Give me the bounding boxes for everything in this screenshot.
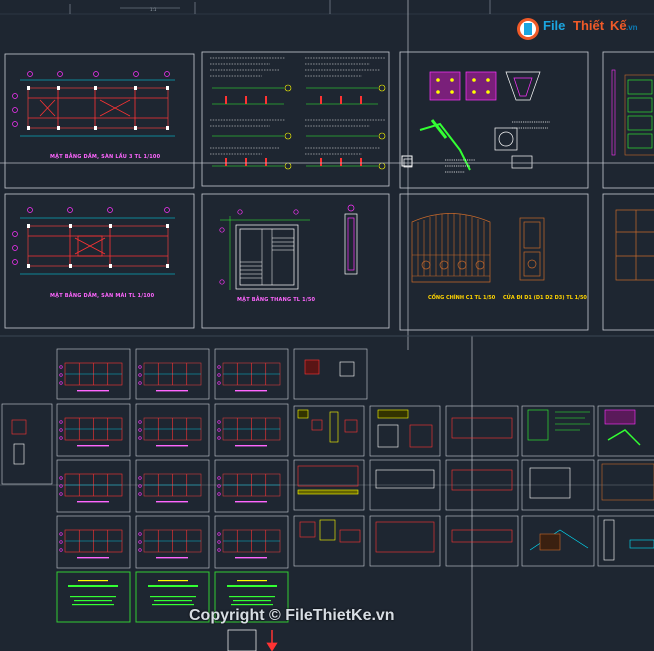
copyright-watermark: Copyright © FileThietKe.vn (189, 607, 395, 624)
mini-plan-axis-bubble (59, 373, 63, 377)
bottom-partial-sheet (227, 629, 278, 651)
mini-plan-axis-bubble (59, 492, 63, 496)
mini-plan-axis-bubble (138, 381, 142, 385)
mini-plan-axis-bubble (217, 548, 221, 552)
sheet-notes (210, 57, 386, 170)
mini-plan-axis-bubble (138, 532, 142, 536)
sheet-stair-plan (219, 204, 358, 290)
mini-plan-axis-bubble (217, 381, 221, 385)
mini-plan-axis-bubble (217, 365, 221, 369)
mini-plan-title (156, 557, 188, 559)
mini-plan-axis-bubble (59, 381, 63, 385)
cad-drawing[interactable]: 1:1 (0, 0, 654, 651)
mini-plan-title (156, 445, 188, 447)
mini-plan-axis-bubble (59, 436, 63, 440)
cover-sheet-yellow (78, 580, 267, 582)
logo-file-text: File (543, 18, 566, 33)
mini-plan-axis-bubble (138, 428, 142, 432)
mini-plan-title (156, 501, 188, 503)
sheet-column-details (401, 71, 550, 173)
logo-icon (517, 18, 539, 40)
logo-brand-text: Thiết (573, 18, 605, 33)
mini-plan-axis-bubble (59, 540, 63, 544)
mini-plan-axis-bubble (138, 365, 142, 369)
mini-plan-axis-bubble (217, 373, 221, 377)
filethietke-logo: File Thiết Kế .vn (516, 17, 638, 41)
mini-plan-axis-bubble (138, 540, 142, 544)
mini-plan-title (235, 557, 267, 559)
mini-plan-drawings (59, 362, 281, 559)
sheet-frames-top (4, 51, 654, 331)
mini-plan-axis-bubble (138, 492, 142, 496)
logo-domain-text: .vn (626, 23, 638, 32)
cover-sheet-text (68, 585, 277, 606)
mini-plan-axis-bubble (138, 373, 142, 377)
mini-plan-axis-bubble (217, 476, 221, 480)
mini-plan-axis-bubble (217, 428, 221, 432)
mini-plan-axis-bubble (59, 532, 63, 536)
mini-plan-axis-bubble (138, 436, 142, 440)
mini-plan-title (235, 501, 267, 503)
drawing-canvas[interactable]: 1:1 MẶT BẰNG DẦM, SÀN LẦU 3 TL 1/100 MẶT… (0, 0, 654, 651)
sheet-title-floor3: MẶT BẰNG DẦM, SÀN LẦU 3 TL 1/100 (50, 154, 161, 160)
logo-suffix-text: Kế (610, 18, 627, 33)
mini-plan-axis-bubble (59, 365, 63, 369)
sheet-roof-plan (12, 207, 175, 275)
mini-plan-title (235, 445, 267, 447)
sheet-gate-door (411, 209, 654, 283)
mini-plan-title (77, 445, 109, 447)
mini-plan-axis-bubble (59, 548, 63, 552)
mini-plan-title (156, 390, 188, 392)
mini-plan-title (77, 501, 109, 503)
mini-plan-axis-bubble (59, 428, 63, 432)
mini-plan-axis-bubble (59, 420, 63, 424)
mini-plan-axis-bubble (217, 532, 221, 536)
sheet-window-partial (611, 69, 654, 156)
sheet-title-door: CỬA ĐI D1 (D1 D2 D3) TL 1/50 (503, 295, 587, 301)
sheet-title-stair: MẶT BẰNG THANG TL 1/50 (237, 297, 316, 303)
mini-plan-axis-bubble (217, 540, 221, 544)
top-edge-geometry: 1:1 (0, 0, 654, 15)
mini-plan-title (77, 390, 109, 392)
mini-plan-title (235, 390, 267, 392)
mini-plan-title (77, 557, 109, 559)
mini-plan-axis-bubble (138, 420, 142, 424)
mini-plan-axis-bubble (217, 492, 221, 496)
sheet-floor3-plan (12, 71, 175, 137)
sheet-title-gate: CỔNG CHÍNH C1 TL 1/50 (428, 295, 496, 301)
mini-plan-axis-bubble (59, 476, 63, 480)
mini-plan-axis-bubble (138, 548, 142, 552)
mini-plan-axis-bubble (217, 420, 221, 424)
sheet-title-roof: MẶT BẰNG DẦM, SÀN MÁI TL 1/100 (50, 293, 155, 299)
mini-plan-axis-bubble (217, 436, 221, 440)
mini-plan-axis-bubble (138, 476, 142, 480)
